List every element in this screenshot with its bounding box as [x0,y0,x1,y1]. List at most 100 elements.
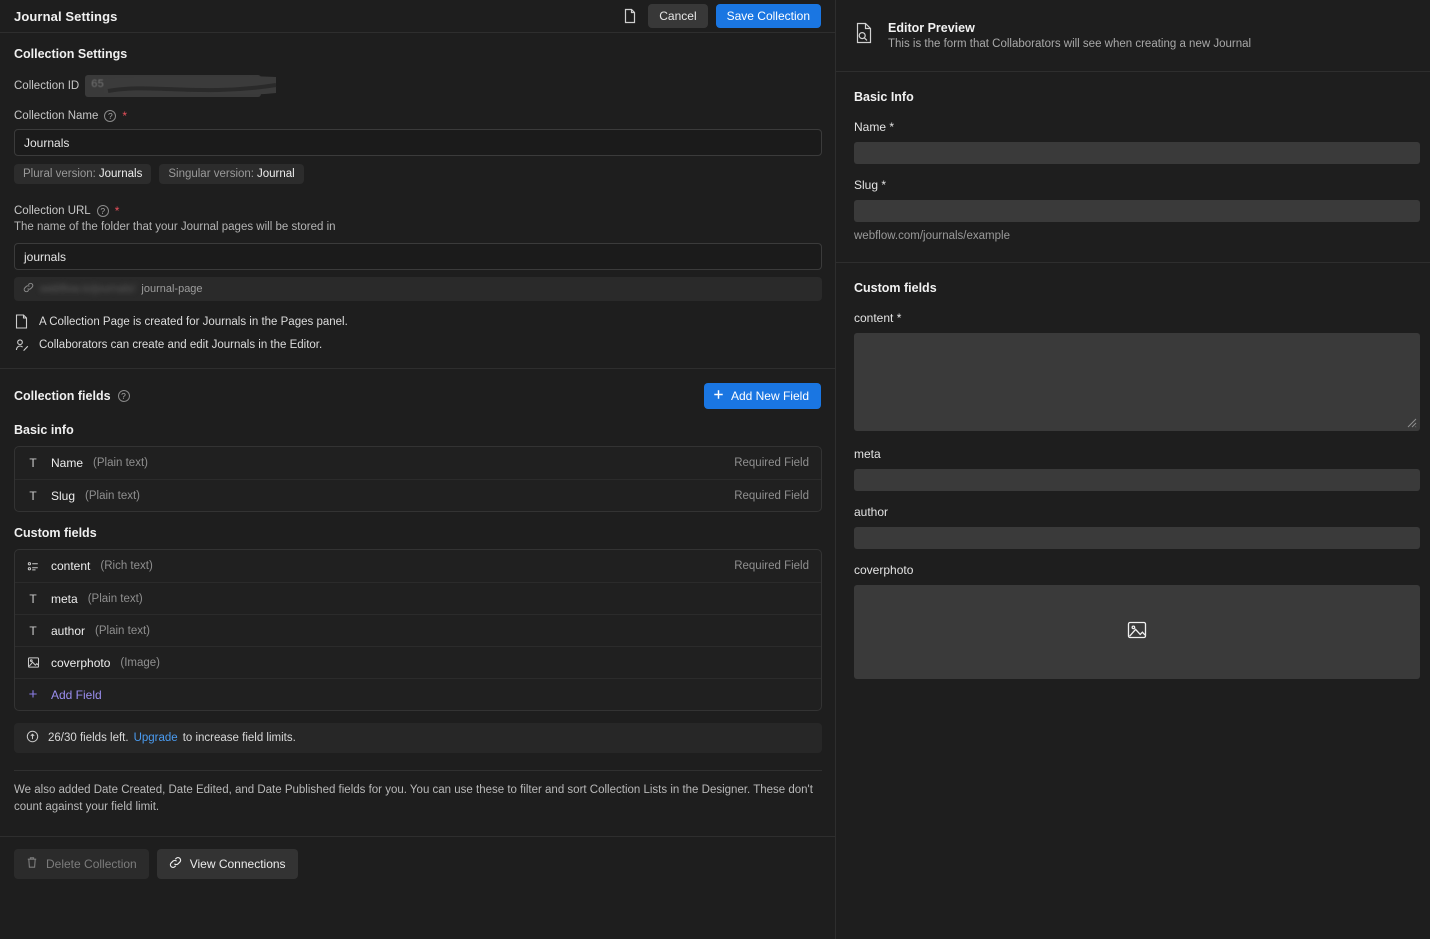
delete-collection-label: Delete Collection [46,857,137,871]
question-icon[interactable]: ? [104,110,117,122]
collection-url-input[interactable]: journals [14,243,822,270]
editor-preview-panel: Editor Preview This is the form that Col… [836,0,1430,939]
resize-handle[interactable] [1406,417,1417,428]
field-name: meta [51,591,78,606]
singular-version-pill: Singular version: Journal [159,164,304,184]
question-icon[interactable]: ? [117,390,130,402]
auto-fields-note: We also added Date Created, Date Edited,… [14,784,813,813]
add-new-field-label: Add New Field [730,389,809,403]
panel-topbar: Journal Settings Cancel Save Collection [0,0,835,33]
plus-icon [713,389,724,403]
preview-coverphoto-label: coverphoto [854,563,914,577]
delete-collection-button[interactable]: Delete Collection [14,849,149,879]
table-row[interactable]: coverphoto (Image) [15,646,821,678]
preview-content-label: content * [854,311,902,325]
preview-meta-label: meta [854,447,881,461]
field-type: (Plain text) [87,592,143,605]
collection-name-label: Collection Name [14,110,99,122]
preview-name-label: Name * [854,120,895,134]
collection-settings-panel: Journal Settings Cancel Save Collection … [0,0,836,939]
url-preview-tail: journal-page [141,283,203,295]
preview-slug-input[interactable] [854,200,1420,222]
trash-icon [26,856,38,872]
field-limit-text: 26/30 fields left. [48,732,129,744]
singular-version-value: Journal [257,168,295,180]
add-field-label: Add Field [51,687,102,702]
topbar-actions: Cancel Save Collection [620,4,821,28]
image-icon [25,656,41,669]
preview-author-input[interactable] [854,527,1420,549]
editor-preview-heading-block: Editor Preview This is the form that Col… [888,21,1251,50]
rich-text-icon [25,560,41,573]
view-connections-button[interactable]: View Connections [156,849,298,879]
add-new-field-button[interactable]: Add New Field [703,383,821,409]
add-field-button[interactable]: + Add Field [15,678,821,710]
cancel-button[interactable]: Cancel [648,4,708,28]
editor-preview-header: Editor Preview This is the form that Col… [836,0,1430,72]
preview-meta-input[interactable] [854,469,1420,491]
question-icon[interactable]: ? [96,205,109,217]
plain-text-icon: T [29,456,37,470]
collection-id-value: 652514a591ede [91,78,175,90]
upgrade-link[interactable]: Upgrade [134,732,178,744]
collection-id-value-redacted[interactable]: 652514a591ede [85,75,262,97]
info-arrow-icon [26,730,39,746]
editor-preview-title: Editor Preview [888,21,975,35]
plural-version-pill: Plural version: Journals [14,164,152,184]
collaborator-icon [14,338,29,352]
name-version-pills: Plural version: Journals Singular version… [14,164,821,184]
table-row[interactable]: T author (Plain text) [15,614,821,646]
settings-scroll-area[interactable]: Collection Settings Collection ID 652514… [0,33,835,836]
preview-coverphoto-dropzone[interactable] [854,585,1420,679]
url-preview-blurred: webflow.io/journals/ [40,283,136,295]
page-title: Journal Settings [14,8,118,24]
field-name: Slug [51,488,76,503]
field-limit-suffix: to increase field limits. [182,732,296,744]
table-row[interactable]: content (Rich text) Required Field [15,550,821,582]
preview-author-label: author [854,505,889,519]
preview-name-input[interactable] [854,142,1420,164]
collection-settings-title: Collection Settings [14,47,128,61]
duplicate-icon[interactable] [620,6,640,26]
image-placeholder-icon [1126,619,1148,646]
note-collaborators: Collaborators can create and edit Journa… [14,338,821,352]
collection-url-preview: webflow.io/journals/ journal-page [14,277,822,301]
preview-slug-hint: webflow.com/journals/example [854,230,1010,242]
field-name: author [51,623,86,638]
view-connections-label: View Connections [189,857,286,871]
collection-url-label-row: Collection URL ? * [14,205,821,217]
collection-notes: A Collection Page is created for Journal… [14,314,821,352]
field-type: (Plain text) [85,489,140,502]
note-collection-page: A Collection Page is created for Journal… [14,314,821,329]
basic-info-field-list: T Name (Plain text) Required Field T Slu… [14,446,822,512]
preview-basic-info-section: Basic Info Name * Slug * webflow.com/jou… [836,72,1430,263]
field-name: Name [51,456,84,470]
field-required-badge: Required Field [734,489,809,502]
preview-slug-label: Slug * [854,178,887,192]
collection-id-label: Collection ID [14,80,80,92]
group-label-custom-fields: Custom fields [14,526,97,540]
collection-url-description: The name of the folder that your Journal… [14,221,336,233]
collection-name-input[interactable]: Journals [14,129,822,156]
table-row[interactable]: T Name (Plain text) Required Field [15,447,821,479]
table-row[interactable]: T Slug (Plain text) Required Field [15,479,821,511]
singular-version-label: Singular version: [168,168,254,180]
custom-fields-field-list: content (Rich text) Required Field T met… [14,549,822,711]
group-label-basic-info: Basic info [14,423,74,437]
field-type: (Rich text) [100,560,153,572]
save-collection-button[interactable]: Save Collection [715,4,821,28]
panel-bottom-bar: Delete Collection View Connections [0,836,835,939]
field-name: coverphoto [51,655,111,670]
field-required-badge: Required Field [734,457,809,469]
field-required-badge: Required Field [734,560,809,572]
plain-text-icon: T [29,488,37,503]
plain-text-icon: T [29,591,37,606]
plural-version-value: Journals [98,168,143,180]
preview-content-textarea[interactable] [854,333,1420,431]
collection-name-label-row: Collection Name ? * [14,110,821,122]
required-marker: * [114,204,120,218]
table-row[interactable]: T meta (Plain text) [15,582,821,614]
